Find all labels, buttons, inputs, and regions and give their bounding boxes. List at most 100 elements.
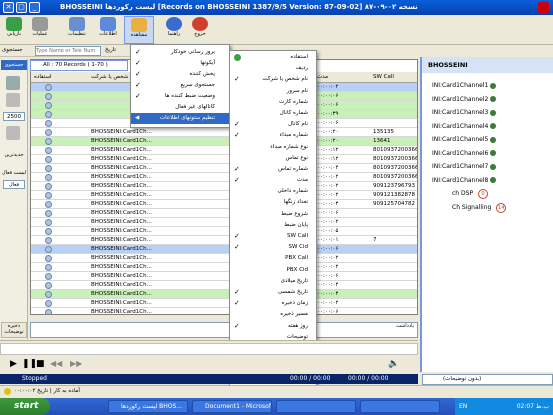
signalling-item[interactable]: Ch Signalling 14: [422, 201, 553, 215]
table-row[interactable]: BHOSSEINI:Card1Ch... ۰۰:۰۰:۰۳: [31, 290, 417, 299]
stop-icon[interactable]: ■: [36, 359, 45, 369]
channel-item[interactable]: INI:Card1Channel1: [422, 79, 553, 93]
table-row[interactable]: BHOSSEINI:Card1Ch... ۰۰:۰۰:۰۴: [31, 281, 417, 290]
waveform-area[interactable]: [0, 343, 418, 355]
language-indicator[interactable]: EN: [459, 398, 467, 415]
channel-item[interactable]: INI:Card1Channel6: [422, 147, 553, 161]
table-row[interactable]: BHOSSEINI:Card1Ch... ۰۰:۰۰:۰۲ 801093720036…: [31, 173, 417, 182]
column-header[interactable]: SW Call: [373, 72, 394, 83]
menu-item[interactable]: ✓ وضعیت ضبط کننده ها: [131, 91, 229, 102]
toolbar-button-operations[interactable]: عملیات: [28, 16, 52, 44]
menu-item[interactable]: ◀ تنظیم ستونهای اطلاعات: [131, 113, 229, 124]
column-toggle-item[interactable]: نوع شماره مبداء: [230, 142, 316, 153]
column-toggle-item[interactable]: PBX Call: [230, 253, 316, 264]
column-toggle-item[interactable]: نام سرور: [230, 86, 316, 97]
task-4[interactable]: [360, 400, 440, 413]
column-toggle-item[interactable]: نوع تماس: [230, 153, 316, 164]
toolbar-button-view[interactable]: مشاهده: [124, 16, 154, 44]
table-row[interactable]: BHOSSEINI:Card1Ch... ۰۰:۰۰:۰۲: [31, 299, 417, 308]
filter-tab[interactable]: جستجوی: [1, 60, 27, 70]
column-toggle-item[interactable]: ✓ نام کانال: [230, 119, 316, 130]
column-toggle-item[interactable]: پایان ضبط: [230, 220, 316, 231]
toolbar-button-help[interactable]: راهنما: [162, 16, 186, 44]
active-select[interactable]: فعال: [3, 180, 25, 189]
column-toggle-item[interactable]: ✓ مدت: [230, 175, 316, 186]
menu-item[interactable]: ✓ بروز رسانی خودکار: [131, 47, 229, 58]
column-toggle-item[interactable]: ✓ شماره مبداء: [230, 130, 316, 141]
table-row[interactable]: BHOSSEINI:Card1Ch... ۰۰:۰۰:۰۵: [31, 227, 417, 236]
column-toggle-item[interactable]: شماره کارت: [230, 97, 316, 108]
window-minimize-button[interactable]: _: [29, 2, 40, 13]
table-row[interactable]: BHOSSEINI:Card1Ch... ۰۰:۰۰:۰۶: [31, 209, 417, 218]
channel-item[interactable]: INI:Card1Channel5: [422, 133, 553, 147]
column-toggle-item[interactable]: شروع ضبط: [230, 209, 316, 220]
table-row[interactable]: BHOSSEINI:Card1Ch... ۰۰:۰۰:۰۲: [31, 218, 417, 227]
column-toggle-item[interactable]: ✓ SW Cid: [230, 242, 316, 253]
start-button[interactable]: start: [0, 398, 50, 415]
column-toggle-item[interactable]: مسیر ذخیره: [230, 309, 316, 320]
table-row[interactable]: BHOSSEINI:Card1Ch... ۰۰:۰۰:۱۲ 801093720036…: [31, 146, 417, 155]
channel-item[interactable]: INI:Card1Channel7: [422, 160, 553, 174]
menu-item[interactable]: کانالهای غیر فعال: [131, 102, 229, 113]
speaker-icon[interactable]: 🔈: [388, 359, 399, 369]
channel-item[interactable]: INI:Card1Channel3: [422, 106, 553, 120]
table-row[interactable]: BHOSSEINI:Card1Ch... ۰۰:۰۰:۰۶: [31, 272, 417, 281]
dsp-item[interactable]: ch DSP 0: [422, 187, 553, 201]
notes-field[interactable]: یادداشت: [30, 322, 418, 338]
rewind-icon[interactable]: ◀◀: [50, 359, 62, 368]
column-toggle-item[interactable]: شماره داخلی: [230, 186, 316, 197]
table-row[interactable]: BHOSSEINI:Card1Ch... ۰۰:۰۰:۰۲: [31, 263, 417, 272]
table-row[interactable]: BHOSSEINI:Card1Ch... ۰۰:۰۰:۰۶: [31, 245, 417, 254]
column-toggle-item[interactable]: ✓ نام شخص یا شرکت: [230, 74, 316, 85]
column-toggle-item[interactable]: شماره کانال: [230, 108, 316, 119]
channel-item[interactable]: INI:Card1Channel8: [422, 174, 553, 188]
pause-icon[interactable]: ❚❚: [22, 359, 37, 369]
column-toggle-item[interactable]: استفاده: [230, 52, 316, 63]
column-toggle-item[interactable]: ✓ SW Call: [230, 231, 316, 242]
table-row[interactable]: BHOSSEINI:Card1Ch... ۰۰:۰۰:۰۲: [31, 254, 417, 263]
menu-item[interactable]: ✓ آیکونها: [131, 58, 229, 69]
column-toggle-item[interactable]: تاریخ میلادی: [230, 276, 316, 287]
toolbar-button-exit[interactable]: خروج: [188, 16, 212, 44]
forward-icon[interactable]: ▶▶: [70, 359, 82, 368]
window-maximize-button[interactable]: ▢: [16, 2, 27, 13]
trash-icon[interactable]: [6, 93, 20, 107]
folder-icon[interactable]: [6, 76, 20, 90]
column-toggle-item[interactable]: ✓ روز هفته: [230, 321, 316, 332]
menu-item[interactable]: ✓ جستجوی سریع: [131, 80, 229, 91]
records-count[interactable]: All : 70 Records ( 1-70 ): [30, 60, 128, 71]
window-close-button[interactable]: ✕: [3, 2, 14, 13]
table-row[interactable]: BHOSSEINI:Card1Ch... ۰۰:۰۰:۲۰ 13641: [31, 137, 417, 146]
channel-item[interactable]: INI:Card1Channel4: [422, 120, 553, 134]
save-notes-button[interactable]: ذخیره توضیحات: [1, 322, 27, 338]
toolbar-button-info[interactable]: اطلاعات: [96, 16, 120, 44]
column-header[interactable]: مدت: [317, 72, 328, 83]
channel-notes[interactable]: (بدون توضیحات): [422, 374, 553, 385]
column-toggle-item[interactable]: ✓ شماره تماس: [230, 164, 316, 175]
play-icon[interactable]: ▶: [10, 359, 17, 369]
column-toggle-item[interactable]: ✓ تاریخ شمسی: [230, 287, 316, 298]
search-input[interactable]: [35, 46, 101, 56]
table-row[interactable]: BHOSSEINI:Card1Ch... ۰۰:۰۰:۱۲ 801093720036…: [31, 155, 417, 164]
count-input[interactable]: 2500: [3, 112, 25, 121]
menu-item[interactable]: ✓ پخش کننده: [131, 69, 229, 80]
table-row[interactable]: BHOSSEINI:Card1Ch... ۰۰:۰۰:۰۲ 909121382878: [31, 191, 417, 200]
latest-label[interactable]: جدیدترین: [1, 152, 27, 166]
column-toggle-item[interactable]: ✓ زمان ذخیره: [230, 298, 316, 309]
column-toggle-item[interactable]: ردیف: [230, 63, 316, 74]
table-row[interactable]: BHOSSEINI:Card1Ch... ۰۰:۰۰:۰۴ 801093720036…: [31, 164, 417, 173]
table-row[interactable]: BHOSSEINI:Card1Ch... ۰۰:۰۰:۰۳ 909125704782: [31, 200, 417, 209]
toolbar-button-settings[interactable]: تنظیمات: [62, 16, 92, 44]
column-toggle-item[interactable]: PBX Cid: [230, 265, 316, 276]
column-toggle-item[interactable]: تعداد زنگها: [230, 197, 316, 208]
tree-root[interactable]: BHOSSEINI: [422, 57, 553, 73]
table-row[interactable]: BHOSSEINI:Card1Ch... ۰۰:۰۰:۰۶: [31, 308, 417, 314]
task-word[interactable]: Document1 - Microsof...: [192, 400, 272, 413]
table-row[interactable]: BHOSSEINI:Card1Ch... ۰۰:۰۰:۲۰ 135135: [31, 128, 417, 137]
column-header[interactable]: استفاده: [34, 72, 52, 83]
toolbar-button-restore[interactable]: بازیابی: [2, 16, 26, 44]
task-3[interactable]: [276, 400, 356, 413]
table-row[interactable]: BHOSSEINI:Card1Ch... ۰۰:۰۰:۰۱ 7: [31, 236, 417, 245]
channel-item[interactable]: INI:Card1Channel2: [422, 93, 553, 107]
grid-icon[interactable]: [6, 126, 20, 140]
